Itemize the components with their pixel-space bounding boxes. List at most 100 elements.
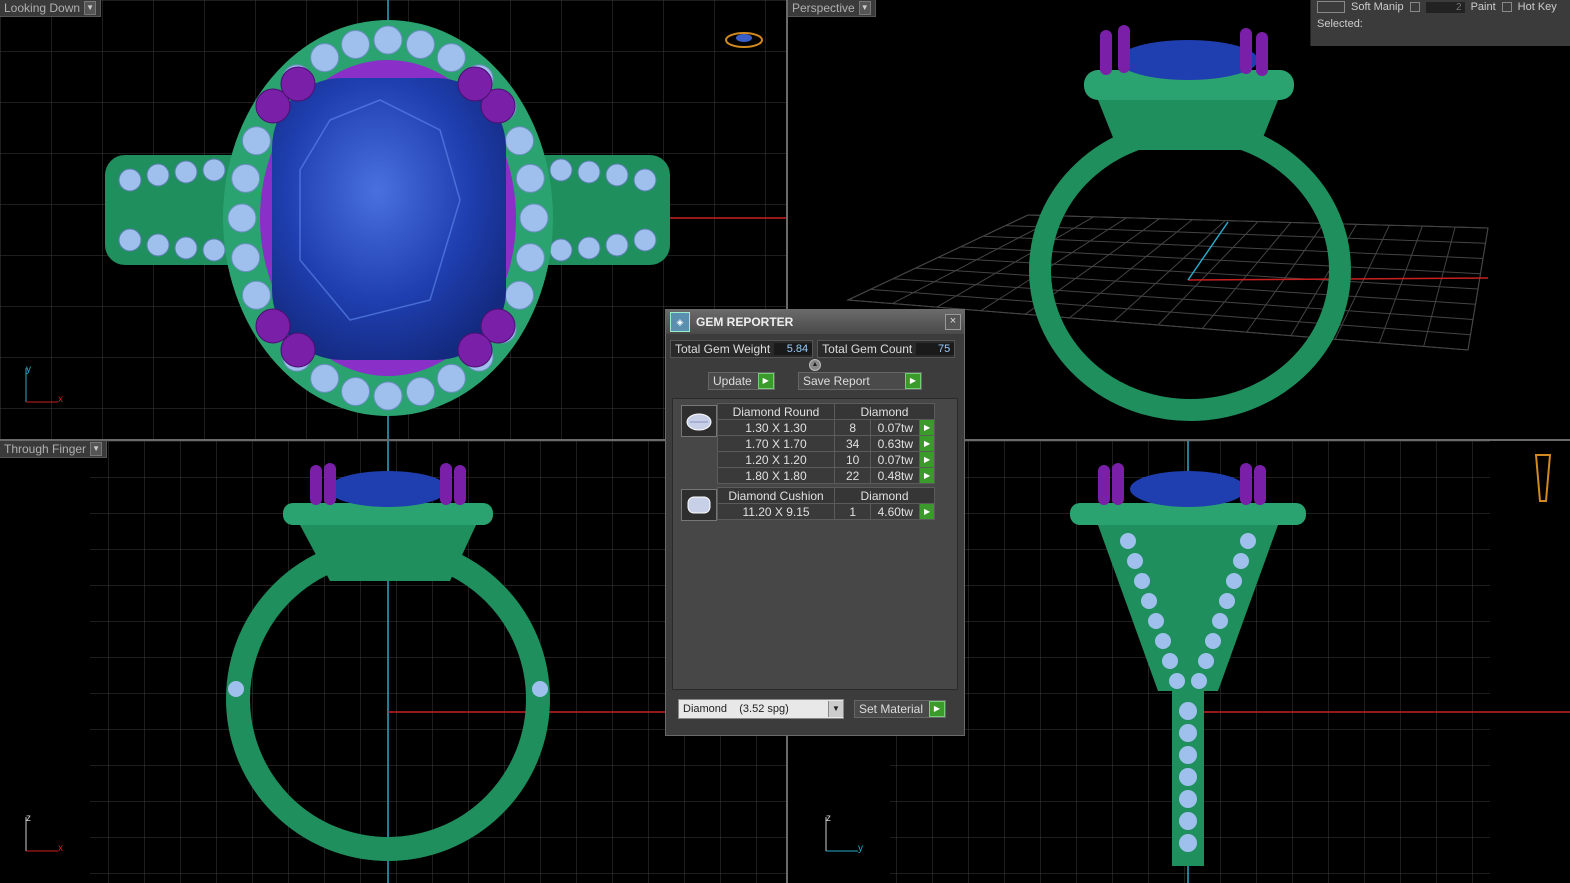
set-material-button[interactable]: Set Material ▶ bbox=[853, 700, 946, 718]
halo-stone bbox=[231, 243, 261, 273]
gem-count: 1 bbox=[834, 503, 872, 520]
halo-stone bbox=[227, 203, 257, 233]
save-report-button-label: Save Report bbox=[803, 374, 870, 388]
halo-stone bbox=[505, 280, 535, 310]
shank-stone bbox=[1179, 790, 1197, 808]
side-stone bbox=[1134, 573, 1150, 589]
viewport-label[interactable]: Looking Down ▼ bbox=[0, 0, 102, 17]
total-gem-count: Total Gem Count 75 bbox=[817, 340, 956, 358]
side-stone bbox=[1148, 613, 1164, 629]
table-row[interactable]: 11.20 X 9.15 1 4.60tw ▶ bbox=[716, 503, 935, 520]
halo-stone bbox=[405, 377, 435, 407]
chevron-down-icon[interactable]: ▼ bbox=[858, 1, 871, 15]
table-row[interactable]: 1.80 X 1.80 22 0.48tw ▶ bbox=[717, 467, 935, 484]
halo-stone bbox=[231, 163, 261, 193]
gem-count: 34 bbox=[833, 435, 872, 452]
chevron-down-icon[interactable]: ▼ bbox=[84, 1, 97, 15]
viewport-label[interactable]: Perspective ▼ bbox=[788, 0, 876, 17]
side-stone bbox=[1120, 533, 1136, 549]
shank-stone bbox=[1179, 768, 1197, 786]
round-gem-thumbnail-icon bbox=[681, 405, 717, 437]
total-gem-weight-value: 5.84 bbox=[774, 343, 813, 355]
soft-manip-checkbox[interactable] bbox=[1409, 2, 1420, 12]
side-stone bbox=[1219, 593, 1235, 609]
viewport-label[interactable]: Through Finger ▼ bbox=[0, 441, 108, 458]
table-row[interactable]: 1.30 X 1.30 8 0.07tw ▶ bbox=[717, 419, 935, 436]
set-material-button-label: Set Material bbox=[858, 702, 923, 716]
play-arrow-icon[interactable]: ▶ bbox=[919, 419, 935, 436]
side-stone bbox=[1226, 573, 1242, 589]
gem-list: Diamond Round Diamond 1.30 X 1.30 8 0.07… bbox=[672, 398, 958, 690]
soft-manip-icon[interactable] bbox=[1317, 1, 1345, 13]
gem-weight: 0.48tw bbox=[870, 467, 921, 484]
table-row[interactable]: 1.70 X 1.70 34 0.63tw ▶ bbox=[717, 435, 935, 452]
material-select[interactable]: Diamond (3.52 spg) ▼ bbox=[678, 699, 844, 719]
gem-shape-header: Diamond Cushion bbox=[716, 487, 836, 504]
gem-weight: 0.07tw bbox=[870, 419, 921, 436]
halo-stone bbox=[310, 43, 340, 73]
collapse-icon[interactable]: ▲ bbox=[809, 359, 821, 371]
total-gem-weight: Total Gem Weight 5.84 bbox=[670, 340, 814, 358]
play-arrow-icon[interactable]: ▶ bbox=[919, 467, 935, 484]
play-arrow-icon[interactable]: ▶ bbox=[757, 373, 774, 389]
halo-stone bbox=[241, 126, 271, 156]
play-arrow-icon[interactable]: ▶ bbox=[919, 435, 935, 452]
gem-size: 11.20 X 9.15 bbox=[716, 503, 836, 520]
gem-weight: 0.63tw bbox=[870, 435, 921, 452]
axis-indicator: y x bbox=[22, 364, 72, 409]
side-stone bbox=[1198, 653, 1214, 669]
gem-shape-header: Diamond Round bbox=[717, 403, 835, 420]
close-icon[interactable]: × bbox=[945, 314, 961, 330]
table-row[interactable]: 1.20 X 1.20 10 0.07tw ▶ bbox=[717, 451, 935, 468]
halo-stone bbox=[405, 29, 435, 59]
side-stone bbox=[1162, 653, 1178, 669]
shank-stone bbox=[1179, 702, 1197, 720]
shank-stone bbox=[1179, 724, 1197, 742]
gem-size: 1.70 X 1.70 bbox=[717, 435, 835, 452]
gem-weight: 0.07tw bbox=[870, 451, 921, 468]
gem-size: 1.20 X 1.20 bbox=[717, 451, 835, 468]
panel-titlebar[interactable]: ◈ GEM REPORTER × bbox=[666, 310, 964, 334]
center-stone bbox=[272, 78, 506, 360]
axis-v-label: z bbox=[826, 813, 831, 824]
paint-checkbox[interactable] bbox=[1501, 2, 1512, 12]
collapse-handle[interactable]: ▲ bbox=[666, 359, 964, 371]
gem-group-table: Diamond Cushion Diamond 11.20 X 9.15 1 4… bbox=[716, 487, 935, 520]
chevron-down-icon[interactable]: ▼ bbox=[828, 701, 843, 717]
side-stone bbox=[1240, 533, 1256, 549]
halo-stone bbox=[436, 363, 466, 393]
axis-v-label: y bbox=[26, 364, 31, 375]
halo-stone bbox=[241, 280, 271, 310]
axis-h-label: x bbox=[58, 394, 63, 405]
gem-size: 1.30 X 1.30 bbox=[717, 419, 835, 436]
play-arrow-icon[interactable]: ▶ bbox=[905, 373, 921, 389]
viewport-label-text: Through Finger bbox=[4, 442, 87, 456]
gem-material-header: Diamond bbox=[834, 487, 935, 504]
play-arrow-icon[interactable]: ▶ bbox=[919, 503, 935, 520]
halo-stone bbox=[373, 25, 403, 55]
play-arrow-icon[interactable]: ▶ bbox=[919, 451, 935, 468]
viewport-label-text: Looking Down bbox=[4, 1, 81, 15]
paint-label: Paint bbox=[1470, 1, 1496, 13]
soft-manip-label: Soft Manip bbox=[1351, 1, 1404, 13]
shank-stone bbox=[1179, 746, 1197, 764]
halo-stone bbox=[515, 243, 545, 273]
gem-count: 8 bbox=[833, 419, 872, 436]
halo-stone bbox=[341, 29, 371, 59]
halo-stone bbox=[373, 381, 403, 411]
soft-manip-value-field[interactable]: 2 bbox=[1425, 1, 1465, 13]
save-report-button[interactable]: Save Report ▶ bbox=[798, 372, 922, 390]
side-stone bbox=[1169, 673, 1185, 689]
halo-stone bbox=[310, 363, 340, 393]
update-button-label: Update bbox=[713, 374, 752, 388]
side-stone bbox=[1155, 633, 1171, 649]
chevron-down-icon[interactable]: ▼ bbox=[90, 442, 103, 456]
halo-stone bbox=[341, 377, 371, 407]
shank-stone bbox=[1179, 834, 1197, 852]
tool-options-bar: Soft Manip 2 Paint Hot Key Selected: bbox=[1310, 0, 1570, 46]
update-button[interactable]: Update ▶ bbox=[708, 372, 775, 390]
play-arrow-icon[interactable]: ▶ bbox=[929, 701, 945, 717]
gem-count: 22 bbox=[833, 467, 872, 484]
halo-stone bbox=[505, 126, 535, 156]
hot-key-label: Hot Key bbox=[1517, 1, 1557, 13]
